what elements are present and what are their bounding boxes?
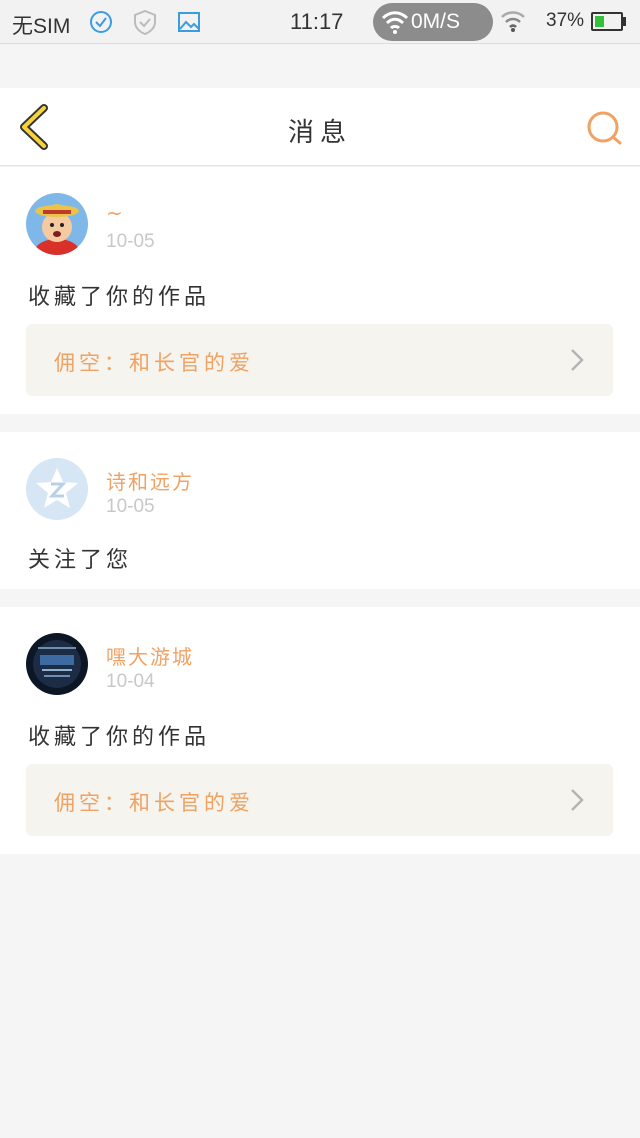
image-icon — [178, 12, 200, 32]
battery-percent: 37% — [546, 10, 585, 31]
page-title: 消息 — [287, 118, 352, 148]
chevron-right-icon — [571, 349, 584, 371]
app-header: 消息 — [0, 88, 640, 166]
clock: 11:17 — [290, 9, 344, 34]
action-text: 收藏了你的作品 — [28, 725, 211, 750]
work-link[interactable]: 佣空：和长官的爱 — [26, 764, 613, 836]
sim-status: 无SIM — [12, 15, 71, 38]
user-name[interactable]: 嘿大游城 — [106, 641, 194, 670]
default-avatar-icon — [26, 458, 88, 520]
message-card: 嘿大游城 10-04 收藏了你的作品 佣空：和长官的爱 — [0, 607, 640, 854]
avatar[interactable] — [26, 193, 88, 255]
work-title: 佣空：和长官的爱 — [54, 351, 254, 375]
work-link[interactable]: 佣空：和长官的爱 — [26, 324, 613, 396]
network-speed-pill: 0M/S — [373, 3, 493, 41]
network-speed: 0M/S — [411, 10, 461, 33]
search-button[interactable] — [584, 108, 624, 148]
wifi-signal-icon — [501, 11, 525, 32]
message-date: 10-05 — [106, 496, 155, 517]
game-avatar-icon — [26, 633, 88, 695]
check-circle-icon — [90, 11, 112, 33]
user-name[interactable]: 诗和远方 — [106, 466, 194, 495]
work-title: 佣空：和长官的爱 — [54, 791, 254, 815]
action-text: 收藏了你的作品 — [28, 285, 211, 310]
message-card: 诗和远方 10-05 关注了您 — [0, 432, 640, 589]
battery-tip — [623, 17, 626, 26]
user-name[interactable]: ~ — [106, 201, 125, 225]
wifi-icon — [381, 11, 409, 34]
shield-icon — [134, 9, 156, 35]
avatar[interactable] — [26, 458, 88, 520]
message-card: ~ 10-05 收藏了你的作品 佣空：和长官的爱 — [0, 167, 640, 414]
message-date: 10-05 — [106, 231, 155, 252]
battery-icon — [591, 12, 623, 31]
chevron-right-icon — [571, 789, 584, 811]
action-text: 关注了您 — [28, 548, 133, 573]
avatar[interactable] — [26, 633, 88, 695]
status-bar: 无SIM 11:17 0M/S 37% — [0, 0, 640, 44]
message-date: 10-04 — [106, 671, 155, 692]
cartoon-avatar-icon — [26, 193, 88, 255]
